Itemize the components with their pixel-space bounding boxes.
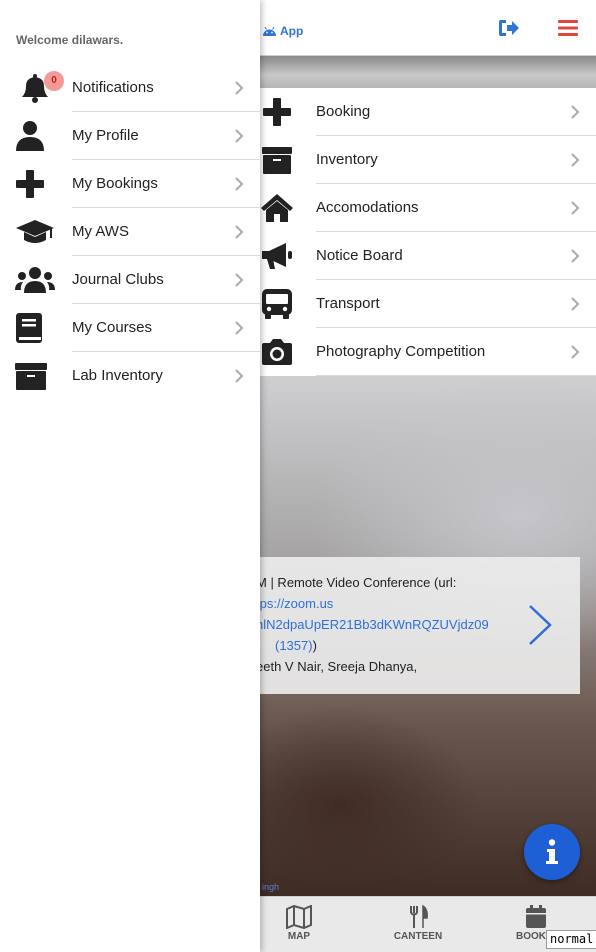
drawer-item-label: Lab Inventory: [72, 367, 163, 384]
chevron-right-icon: [235, 369, 244, 383]
notice-zoom-link[interactable]: tps://zoom.us: [256, 596, 333, 611]
notice-line: (1357)): [275, 638, 317, 653]
calendar-icon: [526, 905, 546, 928]
android-app-label: App: [280, 24, 304, 38]
plus-icon: [263, 98, 291, 126]
notice-zoom-link-id[interactable]: hlN2dpaUpER21Bb3dKWnRQZUVjdz09: [256, 617, 489, 632]
drawer-item-label: My Profile: [72, 112, 260, 160]
drawer-item-my-bookings[interactable]: My Bookings: [0, 160, 260, 208]
main-menu-label: Accomodations: [316, 184, 596, 232]
logout-icon[interactable]: [498, 18, 520, 38]
drawer-item-label: My AWS: [72, 208, 260, 256]
bottom-nav-canteen[interactable]: CANTEEN: [373, 897, 463, 952]
chevron-right-icon: [235, 81, 244, 95]
drawer-item-notifications[interactable]: 0 Notifications: [0, 64, 260, 112]
cutlery-icon: [410, 905, 428, 928]
drawer-item-my-aws[interactable]: My AWS: [0, 208, 260, 256]
drawer-item-label: My Courses: [72, 304, 260, 352]
users-icon: [15, 267, 55, 293]
drawer-menu: 0 Notifications My Profile My Bookings M…: [0, 64, 260, 400]
chevron-right-icon: [235, 273, 244, 287]
chevron-right-icon: [571, 249, 580, 263]
plus-icon: [16, 170, 44, 198]
chevron-right-icon: [235, 225, 244, 239]
drawer-item-label: Notifications: [72, 64, 260, 112]
drawer-item-label: Journal Clubs: [72, 256, 260, 304]
map-icon: [286, 905, 312, 929]
chevron-right-icon: [571, 201, 580, 215]
main-menu-label: Notice Board: [316, 232, 596, 280]
chevron-right-icon: [571, 153, 580, 167]
drawer-item-journal-clubs[interactable]: Journal Clubs: [0, 256, 260, 304]
photo-credit[interactable]: ingh: [262, 882, 279, 892]
hamburger-icon[interactable]: [557, 18, 579, 38]
notice-count-link[interactable]: (1357): [275, 638, 313, 653]
chevron-right-icon: [235, 129, 244, 143]
archive-icon: [15, 363, 47, 390]
drawer-item-lab-inventory[interactable]: Lab Inventory: [0, 352, 260, 400]
notice-card: M | Remote Video Conference (url: tps://…: [240, 557, 580, 694]
chevron-right-icon: [571, 105, 580, 119]
camera-icon: [262, 339, 292, 365]
bus-icon: [262, 289, 292, 319]
chevron-right-icon: [235, 177, 244, 191]
book-icon: [16, 313, 42, 343]
main-menu-label: Photography Competition: [316, 328, 596, 376]
mode-badge: normal: [546, 930, 596, 949]
bottom-nav-label: MAP: [287, 931, 311, 942]
chevron-right-icon: [571, 345, 580, 359]
chevron-right-icon[interactable]: [527, 603, 553, 647]
chevron-right-icon: [235, 321, 244, 335]
android-icon: [263, 26, 276, 36]
welcome-text: Welcome dilawars.: [16, 33, 124, 47]
main-menu-label: Inventory: [316, 136, 596, 184]
info-icon: [546, 839, 558, 864]
info-button[interactable]: [524, 824, 580, 880]
megaphone-icon: [262, 243, 292, 269]
notice-paren: ): [312, 638, 317, 653]
side-drawer: Welcome dilawars. 0 Notifications My Pro…: [0, 0, 260, 952]
drawer-item-my-profile[interactable]: My Profile: [0, 112, 260, 160]
archive-icon: [262, 147, 292, 174]
notice-line: M | Remote Video Conference (url:: [256, 575, 457, 590]
main-menu-label: Booking: [316, 88, 596, 136]
chevron-right-icon: [571, 297, 580, 311]
drawer-item-label: My Bookings: [72, 160, 260, 208]
android-app-link[interactable]: App: [262, 24, 303, 38]
drawer-item-my-courses[interactable]: My Courses: [0, 304, 260, 352]
graduation-cap-icon: [16, 220, 54, 243]
user-icon: [16, 121, 44, 151]
notification-count-badge: 0: [44, 71, 64, 91]
notice-line: eeth V Nair, Sreeja Dhanya,: [256, 659, 418, 674]
bottom-nav-map[interactable]: MAP: [254, 897, 344, 952]
home-icon: [261, 194, 293, 222]
bottom-nav-label: CANTEEN: [393, 931, 443, 942]
main-menu-label: Transport: [316, 280, 596, 328]
